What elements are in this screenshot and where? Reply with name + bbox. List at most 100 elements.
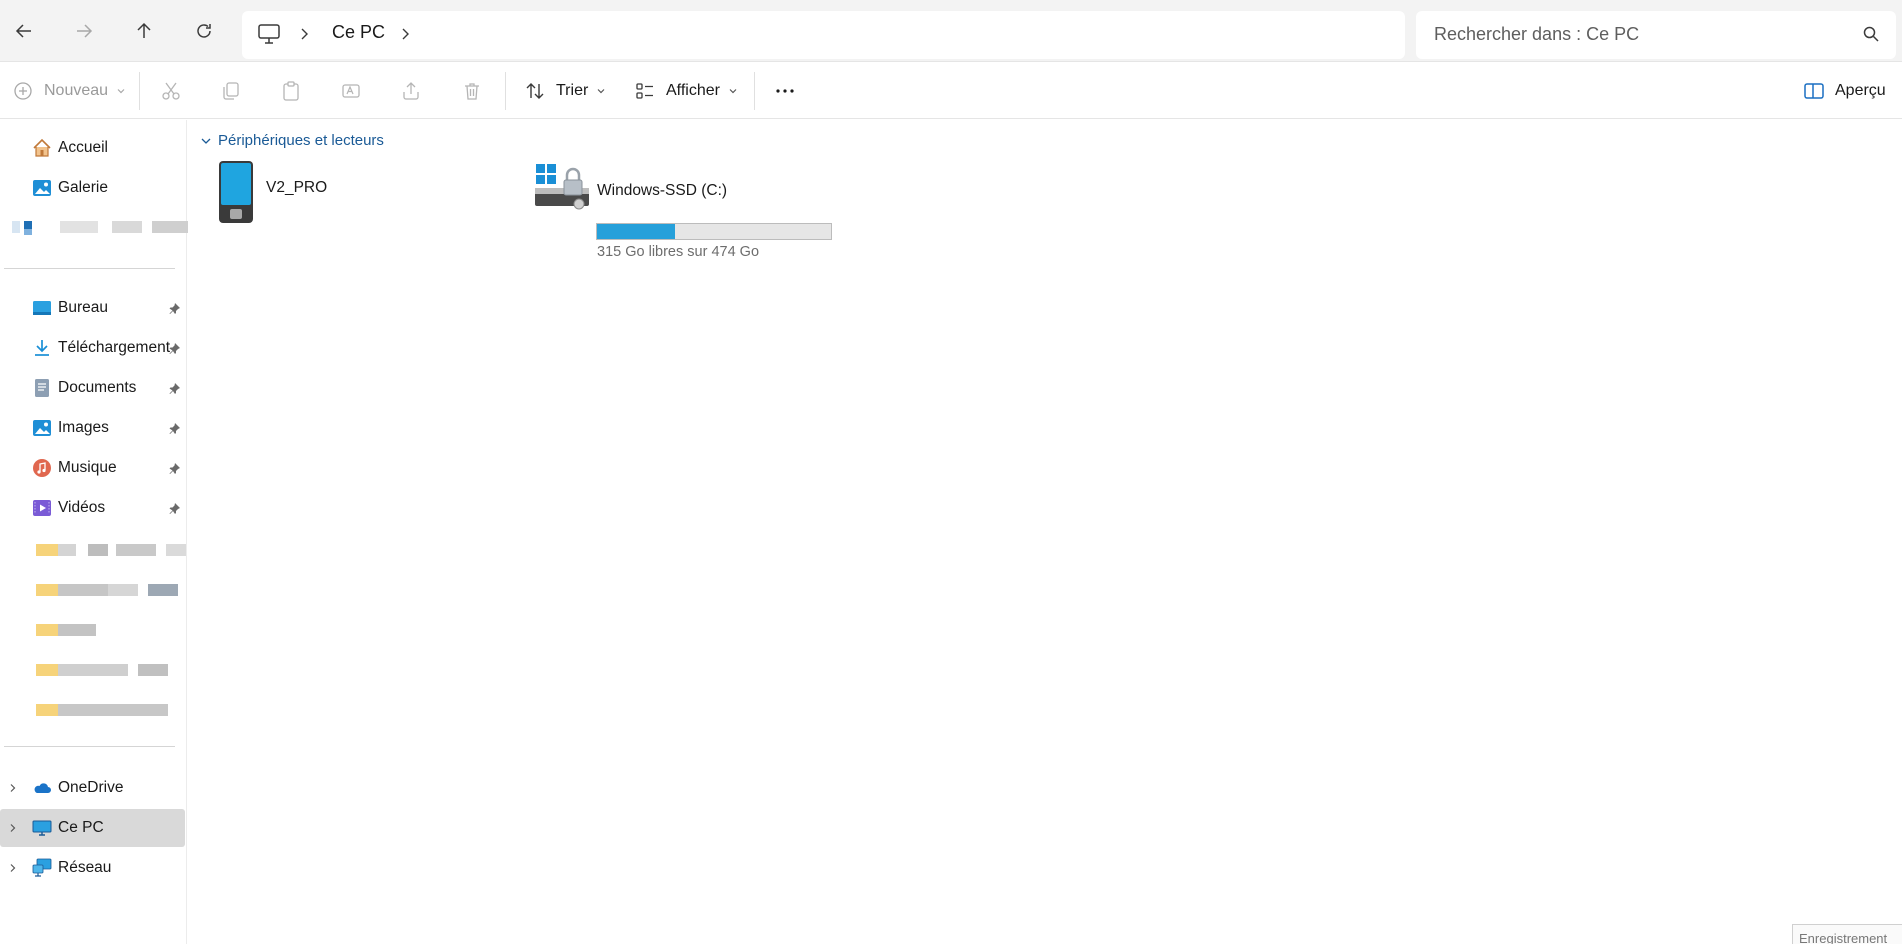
drive-usage-bar: [596, 223, 832, 240]
share-icon: [403, 82, 419, 100]
desktop-folder-icon: [33, 301, 51, 315]
sort-icon: [526, 83, 544, 99]
sidebar-divider: [4, 268, 175, 269]
drive-item[interactable]: Windows-SSD (C:) 315 Go libres sur 474 G…: [188, 160, 848, 260]
sidebar-item-onedrive[interactable]: OneDrive: [0, 769, 187, 807]
trash-icon: [465, 83, 479, 100]
chevron-right-icon[interactable]: [296, 26, 312, 42]
sidebar-item-documents[interactable]: Documents: [0, 369, 187, 407]
sidebar-item-label: Musique: [58, 459, 117, 476]
network-icon: [32, 858, 52, 877]
delete-button[interactable]: [461, 62, 483, 120]
view-options-icon: [636, 83, 653, 99]
redacted-folder: [36, 624, 106, 636]
toolbar-divider: [505, 72, 506, 110]
sidebar-item-label: Accueil: [58, 139, 108, 156]
pin-icon[interactable]: [168, 502, 181, 515]
drive-name: Windows-SSD (C:): [597, 182, 728, 199]
pictures-icon: [33, 420, 51, 436]
content-area: Périphériques et lecteurs V2_PRO Windows…: [188, 120, 1902, 944]
sidebar-item-videos[interactable]: Vidéos: [0, 489, 187, 527]
view-label: Afficher: [666, 82, 720, 99]
toolbar-divider: [139, 72, 140, 110]
home-icon: [33, 138, 51, 157]
pin-icon[interactable]: [168, 422, 181, 435]
search-input[interactable]: Rechercher dans : Ce PC: [1416, 11, 1896, 59]
drive-usage-fill: [597, 224, 676, 239]
chevron-down-icon: [117, 89, 125, 94]
drive-free-space: 315 Go libres sur 474 Go: [597, 244, 760, 260]
command-bar: Nouveau Trier Afficher Aperçu: [0, 61, 1902, 119]
copy-icon: [223, 82, 239, 100]
share-button[interactable]: [400, 62, 422, 120]
this-pc-icon: [32, 820, 52, 836]
pin-icon[interactable]: [168, 302, 181, 315]
chevron-down-icon: [597, 89, 605, 94]
chevron-down-icon: [201, 138, 211, 144]
view-button[interactable]: Afficher: [634, 62, 738, 120]
group-header-devices[interactable]: Périphériques et lecteurs: [200, 132, 384, 149]
up-button[interactable]: [126, 13, 162, 49]
toolbar-divider: [754, 72, 755, 110]
copy-button[interactable]: [220, 62, 242, 120]
cut-button[interactable]: [160, 62, 182, 120]
pin-icon[interactable]: [168, 382, 181, 395]
chevron-down-icon: [729, 89, 737, 94]
search-placeholder: Rechercher dans : Ce PC: [1434, 24, 1640, 44]
clipboard-icon: [283, 81, 299, 101]
sidebar-item-pictures[interactable]: Images: [0, 409, 187, 447]
sidebar-item-this-pc[interactable]: Ce PC: [0, 809, 185, 847]
rename-icon: [342, 84, 360, 98]
new-label: Nouveau: [44, 82, 109, 99]
status-tooltip: Enregistrement: [1792, 924, 1902, 944]
chevron-right-icon[interactable]: [397, 26, 413, 42]
documents-icon: [35, 379, 49, 397]
arrow-up-icon: [137, 22, 151, 38]
sidebar-item-label: Images: [58, 419, 109, 436]
chevron-right-icon[interactable]: [8, 783, 18, 793]
scissors-icon: [162, 82, 180, 100]
preview-pane-button[interactable]: Aperçu: [1803, 62, 1886, 120]
music-icon: [33, 459, 51, 477]
plus-circle-icon: [14, 82, 32, 100]
redacted-folder: [36, 704, 186, 716]
preview-label: Aperçu: [1835, 82, 1886, 99]
sidebar-item-label: Galerie: [58, 179, 108, 196]
rename-button[interactable]: [340, 62, 362, 120]
sidebar-item-label: OneDrive: [58, 779, 124, 796]
chevron-right-icon[interactable]: [8, 863, 18, 873]
sidebar-item-desktop[interactable]: Bureau: [0, 289, 187, 327]
gallery-icon: [33, 180, 51, 196]
sidebar-item-home[interactable]: Accueil: [0, 129, 187, 167]
redacted-folder: [36, 584, 186, 596]
pin-icon[interactable]: [168, 462, 181, 475]
back-button[interactable]: [6, 13, 42, 49]
sort-label: Trier: [556, 82, 589, 99]
sidebar-item-gallery[interactable]: Galerie: [0, 169, 187, 207]
sidebar-item-downloads[interactable]: Téléchargement: [0, 329, 187, 367]
sidebar-item-music[interactable]: Musique: [0, 449, 187, 487]
new-button[interactable]: Nouveau: [12, 62, 126, 120]
breadcrumb[interactable]: Ce PC: [242, 11, 1405, 59]
drive-icon: [535, 164, 589, 210]
address-bar-row: Ce PC Rechercher dans : Ce PC: [0, 0, 1902, 61]
sidebar-item-label: Bureau: [58, 299, 108, 316]
pin-icon[interactable]: [168, 342, 181, 355]
download-icon: [35, 340, 49, 356]
refresh-button[interactable]: [186, 13, 222, 49]
sidebar-item-label: Documents: [58, 379, 137, 396]
sort-button[interactable]: Trier: [524, 62, 606, 120]
sidebar-item-label: Vidéos: [58, 499, 106, 516]
videos-icon: [33, 500, 51, 516]
chevron-right-icon[interactable]: [8, 823, 18, 833]
search-icon[interactable]: [1862, 25, 1880, 43]
more-options-button[interactable]: [774, 62, 796, 120]
onedrive-icon: [34, 783, 51, 793]
arrow-right-icon: [77, 24, 93, 38]
arrow-left-icon: [15, 24, 31, 38]
sidebar-item-network[interactable]: Réseau: [0, 849, 187, 887]
paste-button[interactable]: [280, 62, 302, 120]
breadcrumb-item-this-pc[interactable]: Ce PC: [332, 22, 385, 43]
forward-button[interactable]: [66, 13, 102, 49]
preview-pane-icon: [1804, 83, 1824, 99]
